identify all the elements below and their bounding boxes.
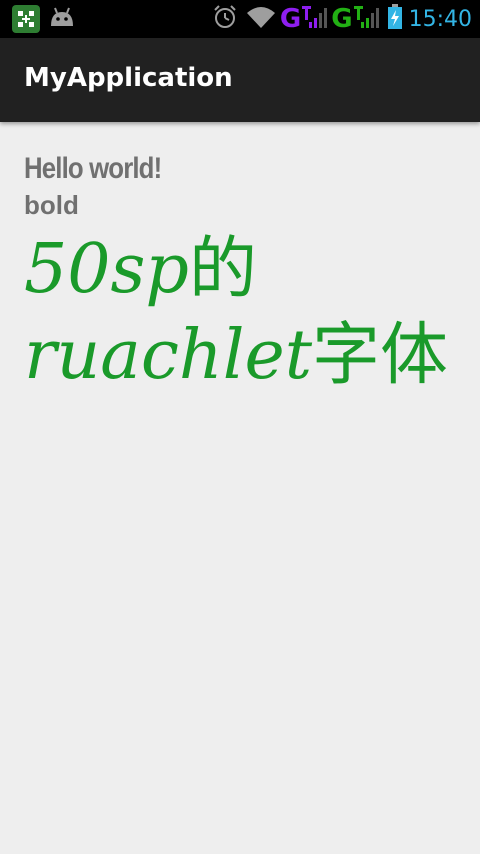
network-type-1-label: G bbox=[279, 4, 302, 34]
status-bar-right: G G 15:40 bbox=[212, 3, 472, 35]
custom-font-text: 50sp的 ruachlet字体 bbox=[24, 227, 464, 399]
clock: 15:40 bbox=[408, 6, 472, 32]
status-bar-left bbox=[12, 5, 76, 33]
custom-font-styled-text: 50sp bbox=[24, 230, 189, 309]
custom-font-line-1: 50sp的 bbox=[24, 227, 464, 313]
signal-icon bbox=[301, 4, 328, 34]
main-content: Hello world! bold 50sp的 ruachlet字体 bbox=[24, 150, 464, 399]
custom-font-cjk-text: 的 bbox=[188, 230, 257, 309]
custom-font-cjk-text: 字体 bbox=[312, 316, 449, 395]
wifi-icon bbox=[246, 5, 276, 33]
app-title: MyApplication bbox=[24, 63, 233, 93]
bold-text: bold bbox=[24, 190, 79, 220]
custom-font-styled-text: ruachlet bbox=[24, 316, 313, 395]
android-icon bbox=[48, 6, 76, 32]
signal-icon bbox=[353, 4, 379, 34]
custom-font-line-2: ruachlet字体 bbox=[24, 313, 464, 399]
network-type-2-label: G bbox=[331, 4, 353, 34]
hello-world-text: Hello world! bbox=[24, 152, 162, 185]
battery-icon bbox=[387, 4, 403, 34]
action-bar: MyApplication bbox=[0, 38, 480, 122]
status-bar: G G 15:40 bbox=[0, 0, 480, 38]
alarm-icon bbox=[212, 4, 238, 34]
app-notification-icon bbox=[12, 5, 40, 33]
